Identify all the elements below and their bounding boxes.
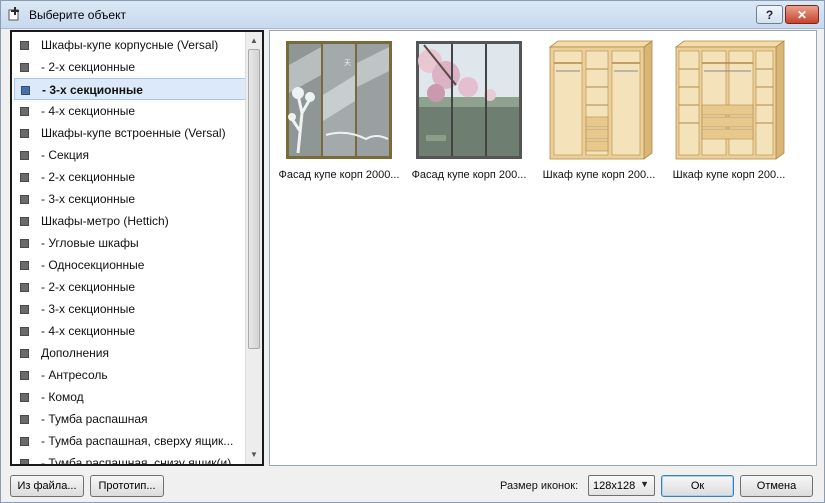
tree-item-label: Шкафы-купе встроенные (Versal) (41, 126, 226, 140)
node-square-icon (20, 371, 29, 380)
tree-item[interactable]: - Тумба распашная (14, 408, 246, 430)
node-square-icon (21, 86, 30, 95)
tree-item[interactable]: - Секция (14, 144, 246, 166)
tree-item[interactable]: - Антресоль (14, 364, 246, 386)
add-object-icon (8, 7, 19, 21)
tree-item-label: - 3-х секционные (42, 83, 143, 97)
node-square-icon (20, 327, 29, 336)
gallery-caption: Шкаф купе корп 200... (542, 169, 656, 181)
node-square-icon (20, 107, 29, 116)
prototype-button[interactable]: Прототип... (90, 475, 164, 497)
mirror-sakura-facade-icon: 天 (286, 41, 392, 159)
tree-item-label: Дополнения (41, 346, 109, 360)
node-square-icon (20, 459, 29, 464)
tree-item[interactable]: Шкафы-метро (Hettich) (14, 210, 246, 232)
tree-item-label: - 3-х секционные (41, 302, 136, 316)
scroll-thumb[interactable] (248, 49, 260, 349)
tree-item-label: - Тумба распашная, снизу ящик(и) (41, 456, 232, 466)
node-square-icon (20, 415, 29, 424)
node-square-icon (20, 217, 29, 226)
wardrobe-frame-3-section-icon (548, 40, 654, 160)
node-square-icon (20, 437, 29, 446)
tree-item[interactable]: Дополнения (14, 342, 246, 364)
tree-item-label: - 2-х секционные (41, 170, 136, 184)
tree-item[interactable]: Шкафы-купе встроенные (Versal) (14, 122, 246, 144)
gallery-item-facade-photo[interactable]: Фасад купе корп 200... (406, 35, 532, 185)
icon-size-label: Размер иконок: (500, 480, 579, 492)
tree-item[interactable]: - Односекционные (14, 254, 246, 276)
tree-item-label: - Угловые шкафы (41, 236, 139, 250)
node-square-icon (20, 349, 29, 358)
node-square-icon (20, 173, 29, 182)
object-gallery: 天 Фасад купе корп 2000... Фасад купе кор… (269, 30, 817, 466)
gallery-item-facade-mirror[interactable]: 天 Фасад купе корп 2000... (276, 35, 402, 185)
tree-item[interactable]: - 4-х секционные (14, 320, 246, 342)
tree-scrollbar[interactable]: ▲ ▼ (245, 32, 262, 464)
gallery-caption: Фасад купе корп 200... (411, 169, 527, 181)
scroll-down-icon[interactable]: ▼ (249, 450, 259, 460)
scroll-up-icon[interactable]: ▲ (249, 36, 259, 46)
dropdown-arrow-icon: ▼ (640, 479, 649, 489)
tree-item[interactable]: - Угловые шкафы (14, 232, 246, 254)
close-button[interactable]: ✕ (785, 5, 819, 24)
tree-item-label: - Тумба распашная (41, 412, 148, 426)
tree-item-label: - 3-х секционные (41, 192, 136, 206)
title-bar: Выберите объект ? ✕ (1, 1, 824, 29)
node-square-icon (20, 261, 29, 270)
node-square-icon (20, 63, 29, 72)
tree-item[interactable]: - Тумба распашная, снизу ящик(и) (14, 452, 246, 466)
cancel-button[interactable]: Отмена (740, 475, 813, 497)
tree-item-label: - 4-х секционные (41, 104, 136, 118)
tree-item-label: - Комод (41, 390, 84, 404)
window-title: Выберите объект (29, 8, 126, 22)
category-tree[interactable]: Шкафы-купе корпусные (Versal) - 2-х секци… (10, 30, 264, 466)
tree-item[interactable]: Шкафы-купе корпусные (Versal) (14, 34, 246, 56)
tree-item-label: - 4-х секционные (41, 324, 136, 338)
photo-print-facade-icon (416, 41, 522, 159)
node-square-icon (20, 151, 29, 160)
node-square-icon (20, 41, 29, 50)
node-square-icon (20, 239, 29, 248)
tree-item[interactable]: - 2-х секционные (14, 166, 246, 188)
from-file-button[interactable]: Из файла... (10, 475, 84, 497)
gallery-item-wardrobe-3[interactable]: Шкаф купе корп 200... (536, 35, 662, 185)
tree-item-label: - Односекционные (41, 258, 145, 272)
tree-item[interactable]: - 3-х секционные (14, 298, 246, 320)
tree-item-label: - 2-х секционные (41, 60, 136, 74)
tree-item[interactable]: - Комод (14, 386, 246, 408)
gallery-item-wardrobe-4[interactable]: Шкаф купе корп 200... (666, 35, 792, 185)
tree-item[interactable]: - 3-х секционные (14, 78, 246, 100)
tree-item[interactable]: - 3-х секционные (14, 188, 246, 210)
node-square-icon (20, 129, 29, 138)
tree-item[interactable]: - 2-х секционные (14, 56, 246, 78)
node-square-icon (20, 283, 29, 292)
tree-item-label: Шкафы-купе корпусные (Versal) (41, 38, 219, 52)
tree-item-label: - Антресоль (41, 368, 108, 382)
tree-item-label: - Тумба распашная, сверху ящик... (41, 434, 234, 448)
tree-item[interactable]: - 2-х секционные (14, 276, 246, 298)
node-square-icon (20, 393, 29, 402)
tree-item[interactable]: - 4-х секционные (14, 100, 246, 122)
dialog-window: Выберите объект ? ✕ Шкафы-купе корпусные… (0, 0, 825, 503)
node-square-icon (20, 305, 29, 314)
wardrobe-frame-4-section-icon (674, 40, 786, 160)
tree-item[interactable]: - Тумба распашная, сверху ящик... (14, 430, 246, 452)
gallery-caption: Фасад купе корп 2000... (278, 169, 400, 181)
gallery-caption: Шкаф купе корп 200... (672, 169, 786, 181)
ok-button[interactable]: Ок (661, 475, 734, 497)
tree-item-label: Шкафы-метро (Hettich) (41, 214, 169, 228)
tree-item-label: - 2-х секционные (41, 280, 136, 294)
icon-size-select[interactable]: 128x128 ▼ (588, 475, 655, 496)
icon-size-value: 128x128 (593, 479, 636, 492)
svg-text:天: 天 (344, 59, 351, 67)
tree-item-label: - Секция (41, 148, 89, 162)
help-button[interactable]: ? (756, 5, 783, 24)
node-square-icon (20, 195, 29, 204)
